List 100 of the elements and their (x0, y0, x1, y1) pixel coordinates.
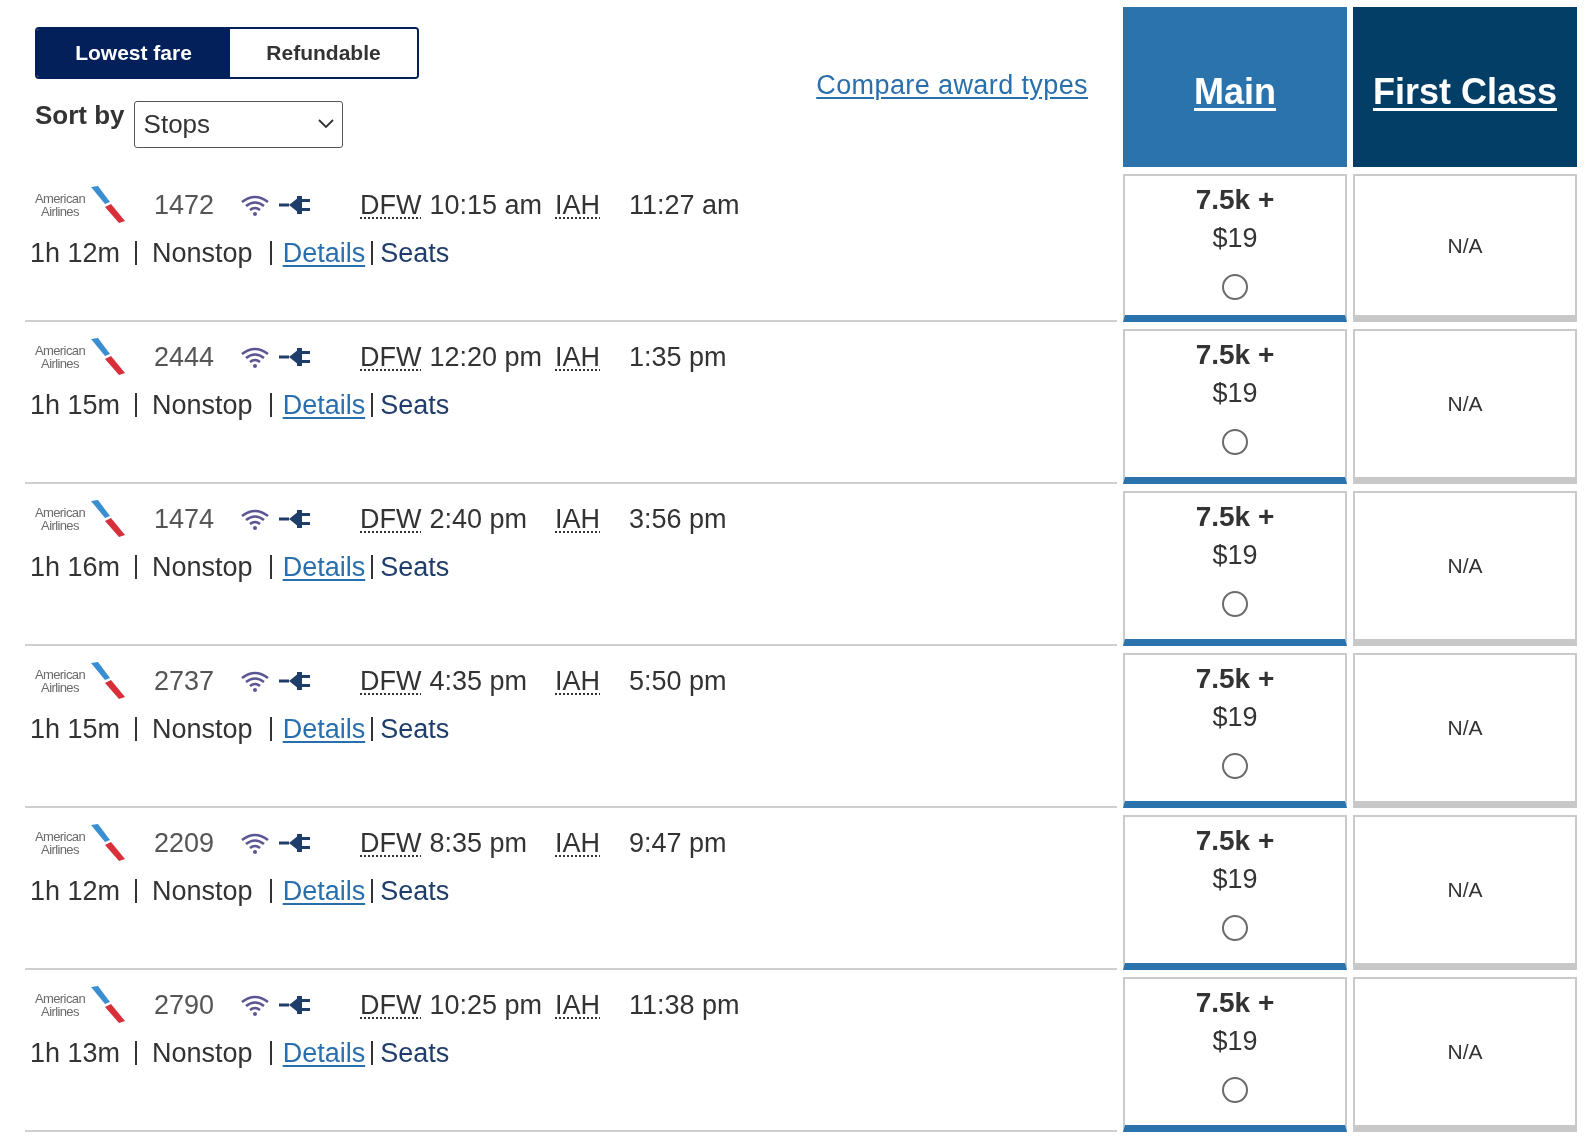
tail-stripes-icon (90, 338, 126, 376)
destination-airport-code: IAH (555, 989, 600, 1020)
flight-number: 1472 (154, 189, 216, 221)
not-available-text: N/A (1447, 878, 1483, 902)
power-plug-icon (279, 509, 311, 529)
radio-button[interactable] (1222, 274, 1248, 300)
flight-number: 2209 (154, 827, 216, 859)
departure-time: 4:35 pm (429, 665, 528, 697)
arrival-time: 5:50 pm (629, 665, 727, 697)
flight-number: 2790 (154, 989, 216, 1021)
fare-miles: 7.5k + (1195, 662, 1275, 696)
seats-link[interactable]: Seats (380, 389, 450, 421)
flight-duration: 1h 12m (30, 875, 121, 907)
details-link[interactable]: Details (282, 1037, 366, 1069)
fare-price: $19 (1212, 539, 1258, 572)
tail-stripes-icon (90, 824, 126, 862)
details-link[interactable]: Details (282, 551, 366, 583)
flight-duration: 1h 12m (30, 237, 121, 269)
radio-button[interactable] (1222, 915, 1248, 941)
stops-text: Nonstop (152, 551, 253, 583)
seats-link[interactable]: Seats (380, 551, 450, 583)
not-available-text: N/A (1447, 392, 1483, 416)
tail-stripes-icon (90, 500, 126, 538)
sort-select[interactable]: Stops (133, 100, 343, 148)
wifi-icon (240, 832, 270, 854)
chevron-down-icon (317, 119, 334, 129)
wifi-icon (240, 346, 270, 368)
stops-text: Nonstop (152, 237, 253, 269)
compare-award-types-link[interactable]: Compare award types (816, 69, 1088, 101)
fare-price: $19 (1212, 701, 1258, 734)
arrival-time: 11:27 am (629, 189, 740, 221)
fare-option-cell[interactable]: 7.5k + $19 (1123, 174, 1347, 322)
fare-option-cell[interactable]: 7.5k + $19 (1123, 329, 1347, 484)
wifi-icon (240, 508, 270, 530)
arrival-time: 1:35 pm (629, 341, 727, 373)
fare-option-cell[interactable]: 7.5k + $19 (1123, 653, 1347, 808)
fare-type-tab[interactable]: Lowest fare (37, 28, 230, 77)
origin-airport-code: DFW (360, 665, 422, 697)
destination-airport-code: IAH (555, 665, 600, 696)
details-link[interactable]: Details (282, 875, 366, 907)
power-plug-icon (279, 347, 311, 367)
power-plug-icon (279, 195, 311, 215)
stops-text: Nonstop (152, 875, 253, 907)
radio-button[interactable] (1222, 591, 1248, 617)
fare-miles: 7.5k + (1195, 986, 1275, 1020)
radio-button[interactable] (1222, 1077, 1248, 1103)
wifi-icon (240, 670, 270, 692)
airline-logo-text: American Airlines (33, 668, 87, 694)
departure-time: 10:25 pm (429, 989, 543, 1021)
radio-button[interactable] (1222, 753, 1248, 779)
origin-airport-code: DFW (360, 827, 422, 859)
origin-airport-code: DFW (360, 341, 422, 373)
fare-price: $19 (1212, 377, 1258, 410)
arrival-time: 3:56 pm (629, 503, 727, 535)
flight-number: 2444 (154, 341, 216, 373)
destination-airport-code: IAH (555, 827, 600, 858)
airline-logo-text: American Airlines (33, 830, 87, 856)
departure-time: 10:15 am (429, 189, 543, 221)
flight-duration: 1h 16m (30, 551, 121, 583)
power-plug-icon (279, 833, 311, 853)
fare-option-cell[interactable]: 7.5k + $19 (1123, 977, 1347, 1132)
fare-column-header-link[interactable]: Main (1123, 7, 1347, 167)
wifi-icon (240, 994, 270, 1016)
tail-stripes-icon (90, 662, 126, 700)
departure-time: 8:35 pm (429, 827, 528, 859)
details-link[interactable]: Details (282, 713, 366, 745)
stops-text: Nonstop (152, 1037, 253, 1069)
fare-miles: 7.5k + (1195, 824, 1275, 858)
seats-link[interactable]: Seats (380, 713, 450, 745)
arrival-time: 11:38 pm (629, 989, 740, 1021)
radio-button[interactable] (1222, 429, 1248, 455)
fare-option-cell[interactable]: 7.5k + $19 (1123, 491, 1347, 646)
not-available-text: N/A (1447, 233, 1483, 258)
seats-link[interactable]: Seats (380, 1037, 450, 1069)
airline-logo-text: American Airlines (33, 506, 87, 532)
seats-link[interactable]: Seats (380, 875, 450, 907)
fare-price: $19 (1212, 1025, 1258, 1058)
tail-stripes-icon (90, 986, 126, 1024)
fare-miles: 7.5k + (1195, 500, 1275, 534)
fare-miles: 7.5k + (1195, 338, 1275, 372)
stops-text: Nonstop (152, 713, 253, 745)
flight-duration: 1h 15m (30, 713, 121, 745)
destination-airport-code: IAH (555, 189, 600, 220)
origin-airport-code: DFW (360, 989, 422, 1021)
not-available-text: N/A (1447, 716, 1483, 740)
fare-price: $19 (1212, 863, 1258, 896)
fare-column-header-link[interactable]: First Class (1353, 7, 1577, 167)
wifi-icon (240, 194, 270, 216)
flight-number: 2737 (154, 665, 216, 697)
flight-duration: 1h 15m (30, 389, 121, 421)
seats-link[interactable]: Seats (380, 237, 450, 269)
airline-logo-text: American Airlines (33, 344, 87, 370)
tail-stripes-icon (90, 186, 126, 224)
details-link[interactable]: Details (282, 237, 366, 269)
details-link[interactable]: Details (282, 389, 366, 421)
arrival-time: 9:47 pm (629, 827, 727, 859)
destination-airport-code: IAH (555, 503, 600, 534)
departure-time: 12:20 pm (429, 341, 543, 373)
fare-option-cell[interactable]: 7.5k + $19 (1123, 815, 1347, 970)
power-plug-icon (279, 671, 311, 691)
